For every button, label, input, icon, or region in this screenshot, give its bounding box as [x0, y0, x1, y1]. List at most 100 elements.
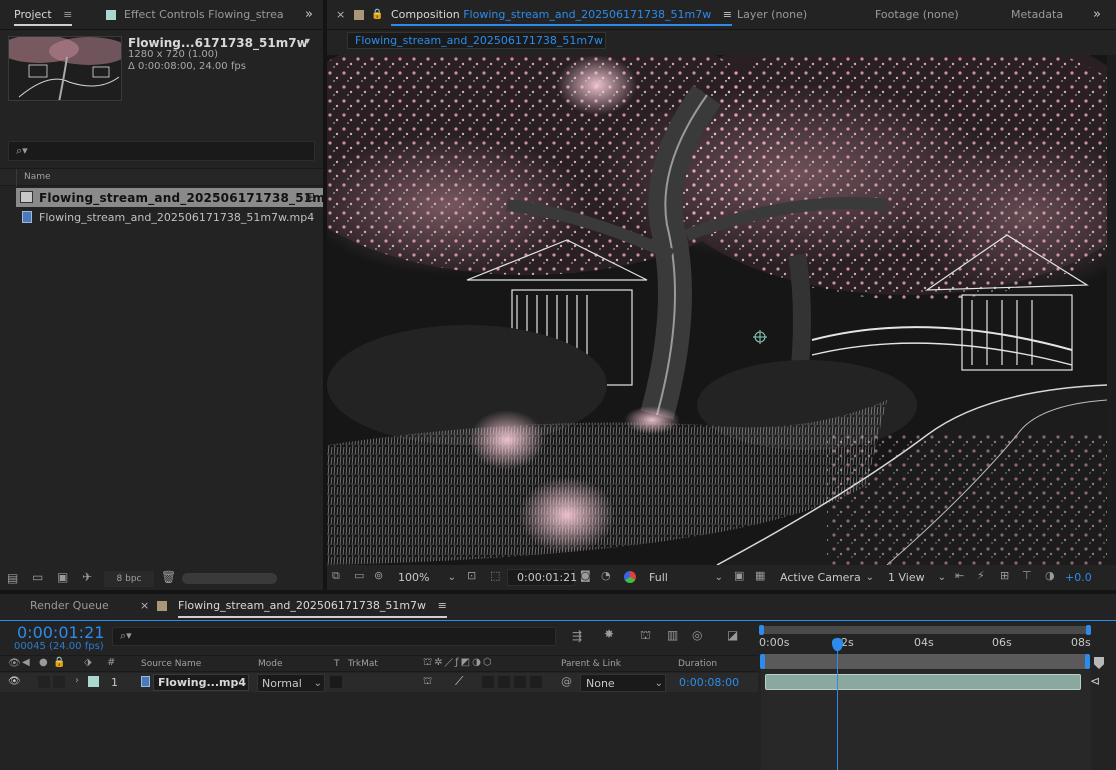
- motion-blur-icon[interactable]: ◎: [692, 628, 702, 642]
- audio-icon[interactable]: ◀: [22, 657, 30, 668]
- project-item-footage[interactable]: Flowing_stream_and_202506171738_51m7w.mp…: [16, 208, 323, 227]
- lock-icon[interactable]: 🔒: [371, 0, 383, 30]
- playhead[interactable]: [832, 638, 844, 770]
- render-icon[interactable]: ✈: [82, 570, 92, 584]
- mode-header[interactable]: Mode: [258, 659, 283, 669]
- zoom-dropdown[interactable]: 100% ⌄: [398, 569, 458, 587]
- cherry-blossom-frame: [327, 55, 1107, 565]
- graph-editor-icon[interactable]: ◪: [727, 628, 738, 642]
- monitor-icon[interactable]: ▭: [354, 569, 364, 582]
- close-tab-icon[interactable]: ×: [140, 594, 149, 620]
- layer-mode-dropdown[interactable]: Normal ⌄: [257, 674, 325, 692]
- viewer-timecode[interactable]: 0:00:01:21: [507, 569, 577, 586]
- work-area-bar[interactable]: [760, 654, 1090, 669]
- tab-composition[interactable]: Composition Flowing_stream_and_202506171…: [391, 0, 732, 30]
- interpret-footage-icon[interactable]: ▤: [7, 571, 18, 585]
- tab-layer[interactable]: Layer (none): [737, 0, 807, 30]
- color-channels-icon[interactable]: [624, 571, 636, 583]
- shy-switch-icon[interactable]: ⛫: [423, 676, 432, 689]
- close-tab-icon[interactable]: ×: [336, 0, 345, 30]
- vr-headset-icon[interactable]: ⊚: [374, 569, 383, 582]
- parent-link-header[interactable]: Parent & Link: [561, 659, 621, 669]
- motion-blur-switch[interactable]: [514, 676, 526, 688]
- video-eye-icon[interactable]: 👁: [8, 676, 21, 687]
- current-time-display[interactable]: 0:00:01:21: [17, 623, 104, 642]
- source-name-header[interactable]: Source Name: [141, 659, 201, 669]
- zoom-value: 100%: [398, 571, 430, 584]
- parent-dropdown[interactable]: None ⌄: [580, 674, 666, 692]
- audio-toggle[interactable]: [38, 676, 50, 688]
- fast-previews-icon[interactable]: ⚡: [977, 569, 985, 582]
- tab-timeline-comp[interactable]: Flowing_stream_and_202506171738_51m7w ≡: [178, 594, 447, 620]
- flowchart-icon[interactable]: ⊞: [305, 190, 315, 204]
- show-snapshot-icon[interactable]: ◔: [601, 569, 611, 582]
- trkmat-header[interactable]: TrkMat: [348, 659, 378, 669]
- layer-duration[interactable]: 0:00:08:00: [679, 676, 739, 689]
- new-folder-icon[interactable]: ▭: [32, 570, 43, 584]
- region-of-interest-icon[interactable]: ▣: [734, 569, 744, 582]
- lock-icon[interactable]: 🔒: [53, 657, 65, 668]
- layer-end-marker-icon[interactable]: ⊲: [1090, 674, 1100, 688]
- panel-menu-icon[interactable]: ≡: [438, 594, 447, 618]
- video-eye-icon[interactable]: 👁: [8, 658, 21, 669]
- timeline-icon[interactable]: ⊞: [1000, 569, 1009, 582]
- time-navigator[interactable]: [759, 625, 1091, 635]
- ruler-label: 0:00s: [759, 636, 790, 649]
- project-scrollbar[interactable]: [182, 573, 277, 584]
- frame-blending-icon[interactable]: ▥: [667, 628, 678, 642]
- exposure-value[interactable]: +0.0: [1065, 571, 1092, 584]
- tab-render-queue[interactable]: Render Queue: [30, 594, 109, 620]
- t-header[interactable]: T: [334, 659, 340, 669]
- resolution-dropdown[interactable]: Full ⌄: [649, 569, 725, 587]
- label-tag-icon[interactable]: ⬗: [84, 657, 92, 668]
- toggle-pixel-aspect-icon[interactable]: ⇤: [955, 569, 964, 582]
- tab-footage[interactable]: Footage (none): [875, 0, 959, 30]
- trkmat-toggle[interactable]: [330, 676, 342, 688]
- shy-layers-icon[interactable]: ⛫: [640, 628, 651, 644]
- duration-header[interactable]: Duration: [678, 659, 717, 669]
- effects-switch[interactable]: [482, 676, 494, 688]
- project-item-composition[interactable]: Flowing_stream_and_202506171738_51m7w ⊞: [16, 188, 345, 207]
- always-preview-icon[interactable]: ⧉: [332, 569, 340, 583]
- tab-effect-controls[interactable]: Effect Controls Flowing_stream: [106, 0, 284, 30]
- layer-duration-bar[interactable]: [765, 674, 1081, 690]
- transparency-grid-icon[interactable]: ▦: [755, 569, 765, 582]
- lock-toggle[interactable]: [53, 676, 65, 688]
- frame-blend-switch[interactable]: [498, 676, 510, 688]
- project-search-input[interactable]: ⌕▾: [8, 141, 315, 161]
- item-size: 1280 x 720 (1.00): [128, 49, 219, 60]
- timeline-tabbar: Render Queue × Flowing_stream_and_202506…: [0, 594, 1116, 620]
- camera-snapshot-icon[interactable]: ◙: [580, 569, 591, 582]
- comp-breadcrumb[interactable]: Flowing_stream_and_202506171738_51m7w: [347, 32, 606, 49]
- view-layout-dropdown[interactable]: 1 View ⌄: [888, 569, 948, 587]
- reset-exposure-icon[interactable]: ◑: [1045, 569, 1055, 582]
- mask-path-icon[interactable]: ⬚: [490, 569, 500, 582]
- bpc-button[interactable]: 8 bpc: [104, 571, 154, 587]
- flowchart-icon[interactable]: ⊤: [1022, 569, 1032, 582]
- trash-icon[interactable]: 🗑: [161, 570, 176, 584]
- tab-project[interactable]: Project ≡: [14, 0, 73, 30]
- viewer-vertical-scrollbar[interactable]: [1107, 55, 1116, 565]
- pick-whip-icon[interactable]: @: [561, 675, 572, 688]
- item-title-dropdown-icon[interactable]: ▾: [305, 36, 310, 47]
- layer-row[interactable]: 👁 › 1 Flowing...mp4 Normal ⌄ ⛫ ⟋ @ None ⌄ …: [0, 673, 758, 692]
- layer-name-box[interactable]: Flowing...mp4: [153, 674, 249, 691]
- name-column-header[interactable]: Name: [24, 172, 51, 182]
- safe-margins-icon[interactable]: ⊡: [467, 569, 476, 582]
- solo-icon[interactable]: ●: [39, 657, 48, 668]
- layer-label-color[interactable]: [88, 676, 99, 687]
- draft-3d-icon[interactable]: ✸: [604, 627, 614, 641]
- new-composition-icon[interactable]: ▣: [57, 570, 68, 584]
- comp-marker-icon[interactable]: [1094, 657, 1104, 669]
- adjustment-switch[interactable]: [530, 676, 542, 688]
- overflow-chevron-icon[interactable]: »: [1093, 0, 1101, 30]
- quality-switch-icon[interactable]: ⟋: [455, 674, 463, 689]
- expand-arrow-icon[interactable]: ›: [75, 675, 79, 686]
- time-ruler[interactable]: 0:00s 02s 04s 06s 08s: [759, 635, 1091, 653]
- tab-metadata[interactable]: Metadata: [1011, 0, 1063, 30]
- comp-mini-flowchart-icon[interactable]: ⇶: [572, 629, 582, 643]
- camera-dropdown[interactable]: Active Camera ⌄: [780, 569, 876, 587]
- composition-viewer[interactable]: [327, 55, 1107, 565]
- overflow-chevron-icon[interactable]: »: [305, 0, 313, 30]
- timeline-search-input[interactable]: ⌕▾: [112, 627, 556, 646]
